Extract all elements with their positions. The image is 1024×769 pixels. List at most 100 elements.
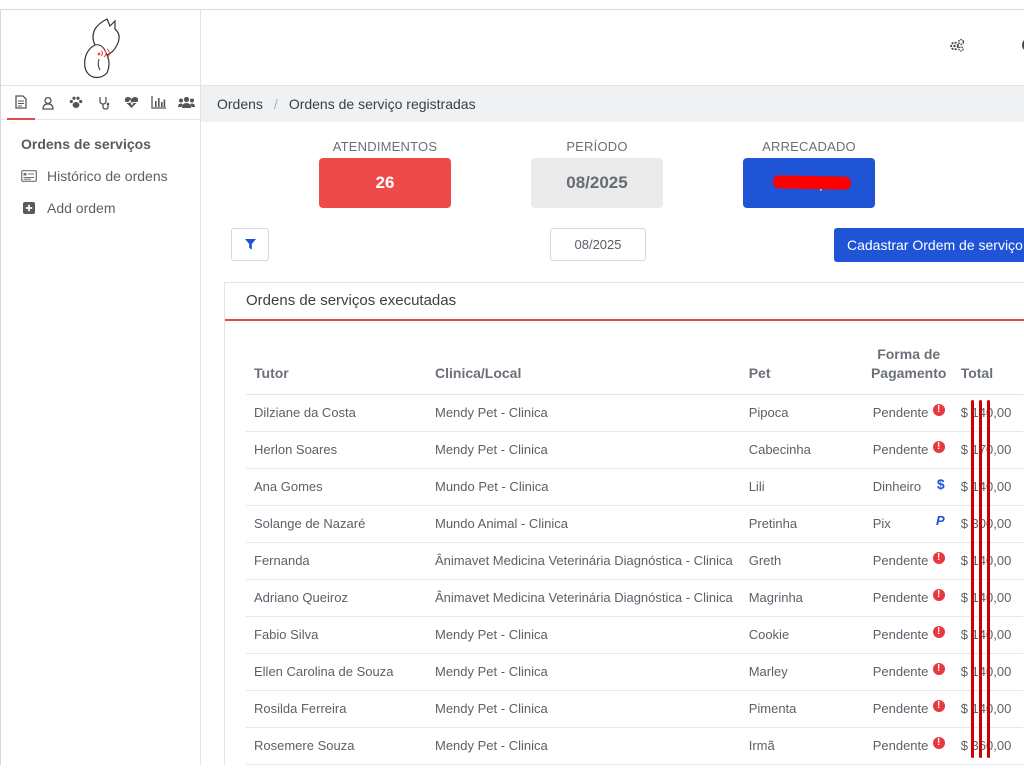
paw-icon	[69, 96, 83, 108]
tab-orders[interactable]	[7, 86, 35, 120]
cell-pet: Greth	[740, 542, 865, 580]
payment-label: Pendente	[872, 738, 929, 753]
column-header[interactable]: Pet	[740, 340, 865, 395]
cell-pagamento: Pix P	[864, 505, 953, 543]
column-header[interactable]: Forma de Pagamento	[864, 340, 953, 395]
payment-label: Pendente	[872, 664, 929, 679]
add-order-button[interactable]: Cadastrar Ordem de serviço	[834, 228, 1024, 262]
cell-clinica: Mundo Animal - Clinica	[427, 505, 741, 543]
cell-pagamento: Dinheiro $	[864, 468, 953, 506]
cell-pagamento: Pendente!	[864, 690, 953, 728]
table-row[interactable]: Ana Gomes Mundo Pet - Clinica Lili Dinheiro…	[246, 468, 1023, 506]
user-icon	[42, 96, 55, 110]
table-row[interactable]: Dilziane da Costa Mendy Pet - Clinica Pipo…	[246, 394, 1023, 432]
cell-clinica: Ânimavet Medicina Veterinária Diagnóstic…	[427, 542, 741, 580]
breadcrumb-current: Ordens de serviço registradas	[288, 96, 476, 112]
cell-clinica: Mendy Pet - Clinica	[427, 653, 741, 691]
tab-team[interactable]	[172, 86, 200, 120]
column-header[interactable]: Clinica/Local	[427, 340, 741, 395]
cell-clinica: Mendy Pet - Clinica	[427, 690, 741, 728]
sidebar-menu: Ordens de serviços Histórico de ordens A…	[1, 120, 200, 219]
tab-clinical[interactable]	[90, 86, 118, 120]
sidebar-item-historico[interactable]: Histórico de ordens	[1, 165, 200, 187]
table-row[interactable]: Herlon Soares Mendy Pet - Clinica Cabecinh…	[246, 431, 1023, 469]
period-input[interactable]: 08/2025	[550, 228, 646, 261]
alert-icon: !	[932, 440, 945, 453]
stat-label: ATENDIMENTOS	[332, 139, 438, 154]
app-window: Ordens de serviços Histórico de ordens A…	[0, 9, 1024, 765]
payment-label: Dinheiro	[872, 479, 922, 494]
top-bar	[201, 10, 1024, 86]
cell-pet: Pimenta	[740, 690, 865, 728]
cell-tutor: Rosemere Souza	[246, 727, 427, 765]
tab-users[interactable]	[35, 86, 63, 120]
table-row[interactable]: Fabio Silva Mendy Pet - Clinica Cookie Pend…	[246, 616, 1023, 654]
tab-reports[interactable]	[145, 86, 173, 120]
plus-square-icon	[20, 202, 38, 214]
table-row[interactable]: Rosilda Ferreira Mendy Pet - Clinica Pimen…	[246, 690, 1023, 728]
cell-pet: Pretinha	[740, 505, 865, 543]
settings-gears-icon[interactable]	[949, 38, 965, 57]
table-row[interactable]: Fernanda Ânimavet Medicina Veterinária Di…	[246, 542, 1023, 580]
cell-tutor: Solange de Nazaré	[246, 505, 427, 543]
breadcrumb: Ordens / Ordens de serviço registradas	[201, 86, 1024, 122]
table-row[interactable]: Rosemere Souza Mendy Pet - Clinica Irmã Pen…	[246, 727, 1023, 765]
redaction-line	[979, 400, 982, 758]
cell-pet: Lili	[740, 468, 865, 506]
cell-pagamento: Pendente!	[864, 653, 953, 691]
cell-clinica: Mundo Pet - Clinica	[427, 468, 741, 506]
cell-pagamento: Pendente!	[864, 394, 953, 432]
stat-value: 08/2025	[531, 158, 663, 208]
column-header[interactable]: Tutor	[246, 340, 427, 395]
orders-table: Tutor Clinica/Local Pet Forma de Pagamen…	[246, 340, 1023, 765]
cell-pet: Pipoca	[740, 394, 865, 432]
tab-pets[interactable]	[62, 86, 90, 120]
heartbeat-icon	[124, 96, 138, 108]
logo[interactable]	[1, 10, 200, 86]
stat-label: ARRECADADO	[762, 139, 856, 154]
redaction-line	[987, 400, 990, 758]
payment-label: Pendente	[872, 627, 929, 642]
dollar-icon: $	[936, 475, 945, 492]
stat-value: 26	[319, 158, 451, 208]
cell-tutor: Ellen Carolina de Souza	[246, 653, 427, 691]
sidebar: Ordens de serviços Histórico de ordens A…	[1, 10, 201, 765]
cell-pet: Magrinha	[740, 579, 865, 617]
cell-pagamento: Pendente!	[864, 431, 953, 469]
table-row[interactable]: Adriano Queiroz Ânimavet Medicina Veterin…	[246, 579, 1023, 617]
orders-card: Ordens de serviços executadas Tutor Clin…	[224, 282, 1024, 765]
table-row[interactable]: Ellen Carolina de Souza Mendy Pet - Clini…	[246, 653, 1023, 691]
stat-label: PERÍODO	[566, 139, 628, 154]
cell-pet: Marley	[740, 653, 865, 691]
card-title: Ordens de serviços executadas	[225, 283, 1024, 321]
cell-tutor: Rosilda Ferreira	[246, 690, 427, 728]
paypal-icon: P	[936, 513, 945, 528]
cell-clinica: Mendy Pet - Clinica	[427, 431, 741, 469]
tab-health[interactable]	[117, 86, 145, 120]
cell-clinica: Mendy Pet - Clinica	[427, 616, 741, 654]
cell-tutor: Herlon Soares	[246, 431, 427, 469]
alert-icon: !	[932, 625, 945, 638]
list-icon	[20, 170, 38, 182]
table-row[interactable]: Solange de Nazaré Mundo Animal - Clinica P…	[246, 505, 1023, 543]
column-header[interactable]: Total	[952, 340, 1023, 395]
document-icon	[15, 94, 27, 109]
alert-icon: !	[932, 551, 945, 564]
breadcrumb-root[interactable]: Ordens	[217, 96, 263, 112]
alert-icon: !	[932, 662, 945, 675]
cell-clinica: Ânimavet Medicina Veterinária Diagnóstic…	[427, 579, 741, 617]
cell-pagamento: Pendente!	[864, 727, 953, 765]
users-icon	[177, 96, 195, 108]
payment-label: Pendente	[872, 553, 929, 568]
payment-label: Pendente	[872, 442, 929, 457]
cell-clinica: Mendy Pet - Clinica	[427, 727, 741, 765]
filter-icon	[244, 239, 256, 250]
filter-button[interactable]	[231, 228, 269, 261]
alert-icon: !	[932, 736, 945, 749]
cell-pet: Cabecinha	[740, 431, 865, 469]
sidebar-tabs	[1, 86, 200, 120]
cell-pagamento: Pendente!	[864, 616, 953, 654]
stat-value-box: 1.350,00	[743, 158, 875, 208]
sidebar-item-add-ordem[interactable]: Add ordem	[1, 197, 200, 219]
payment-label: Pendente	[872, 701, 929, 716]
